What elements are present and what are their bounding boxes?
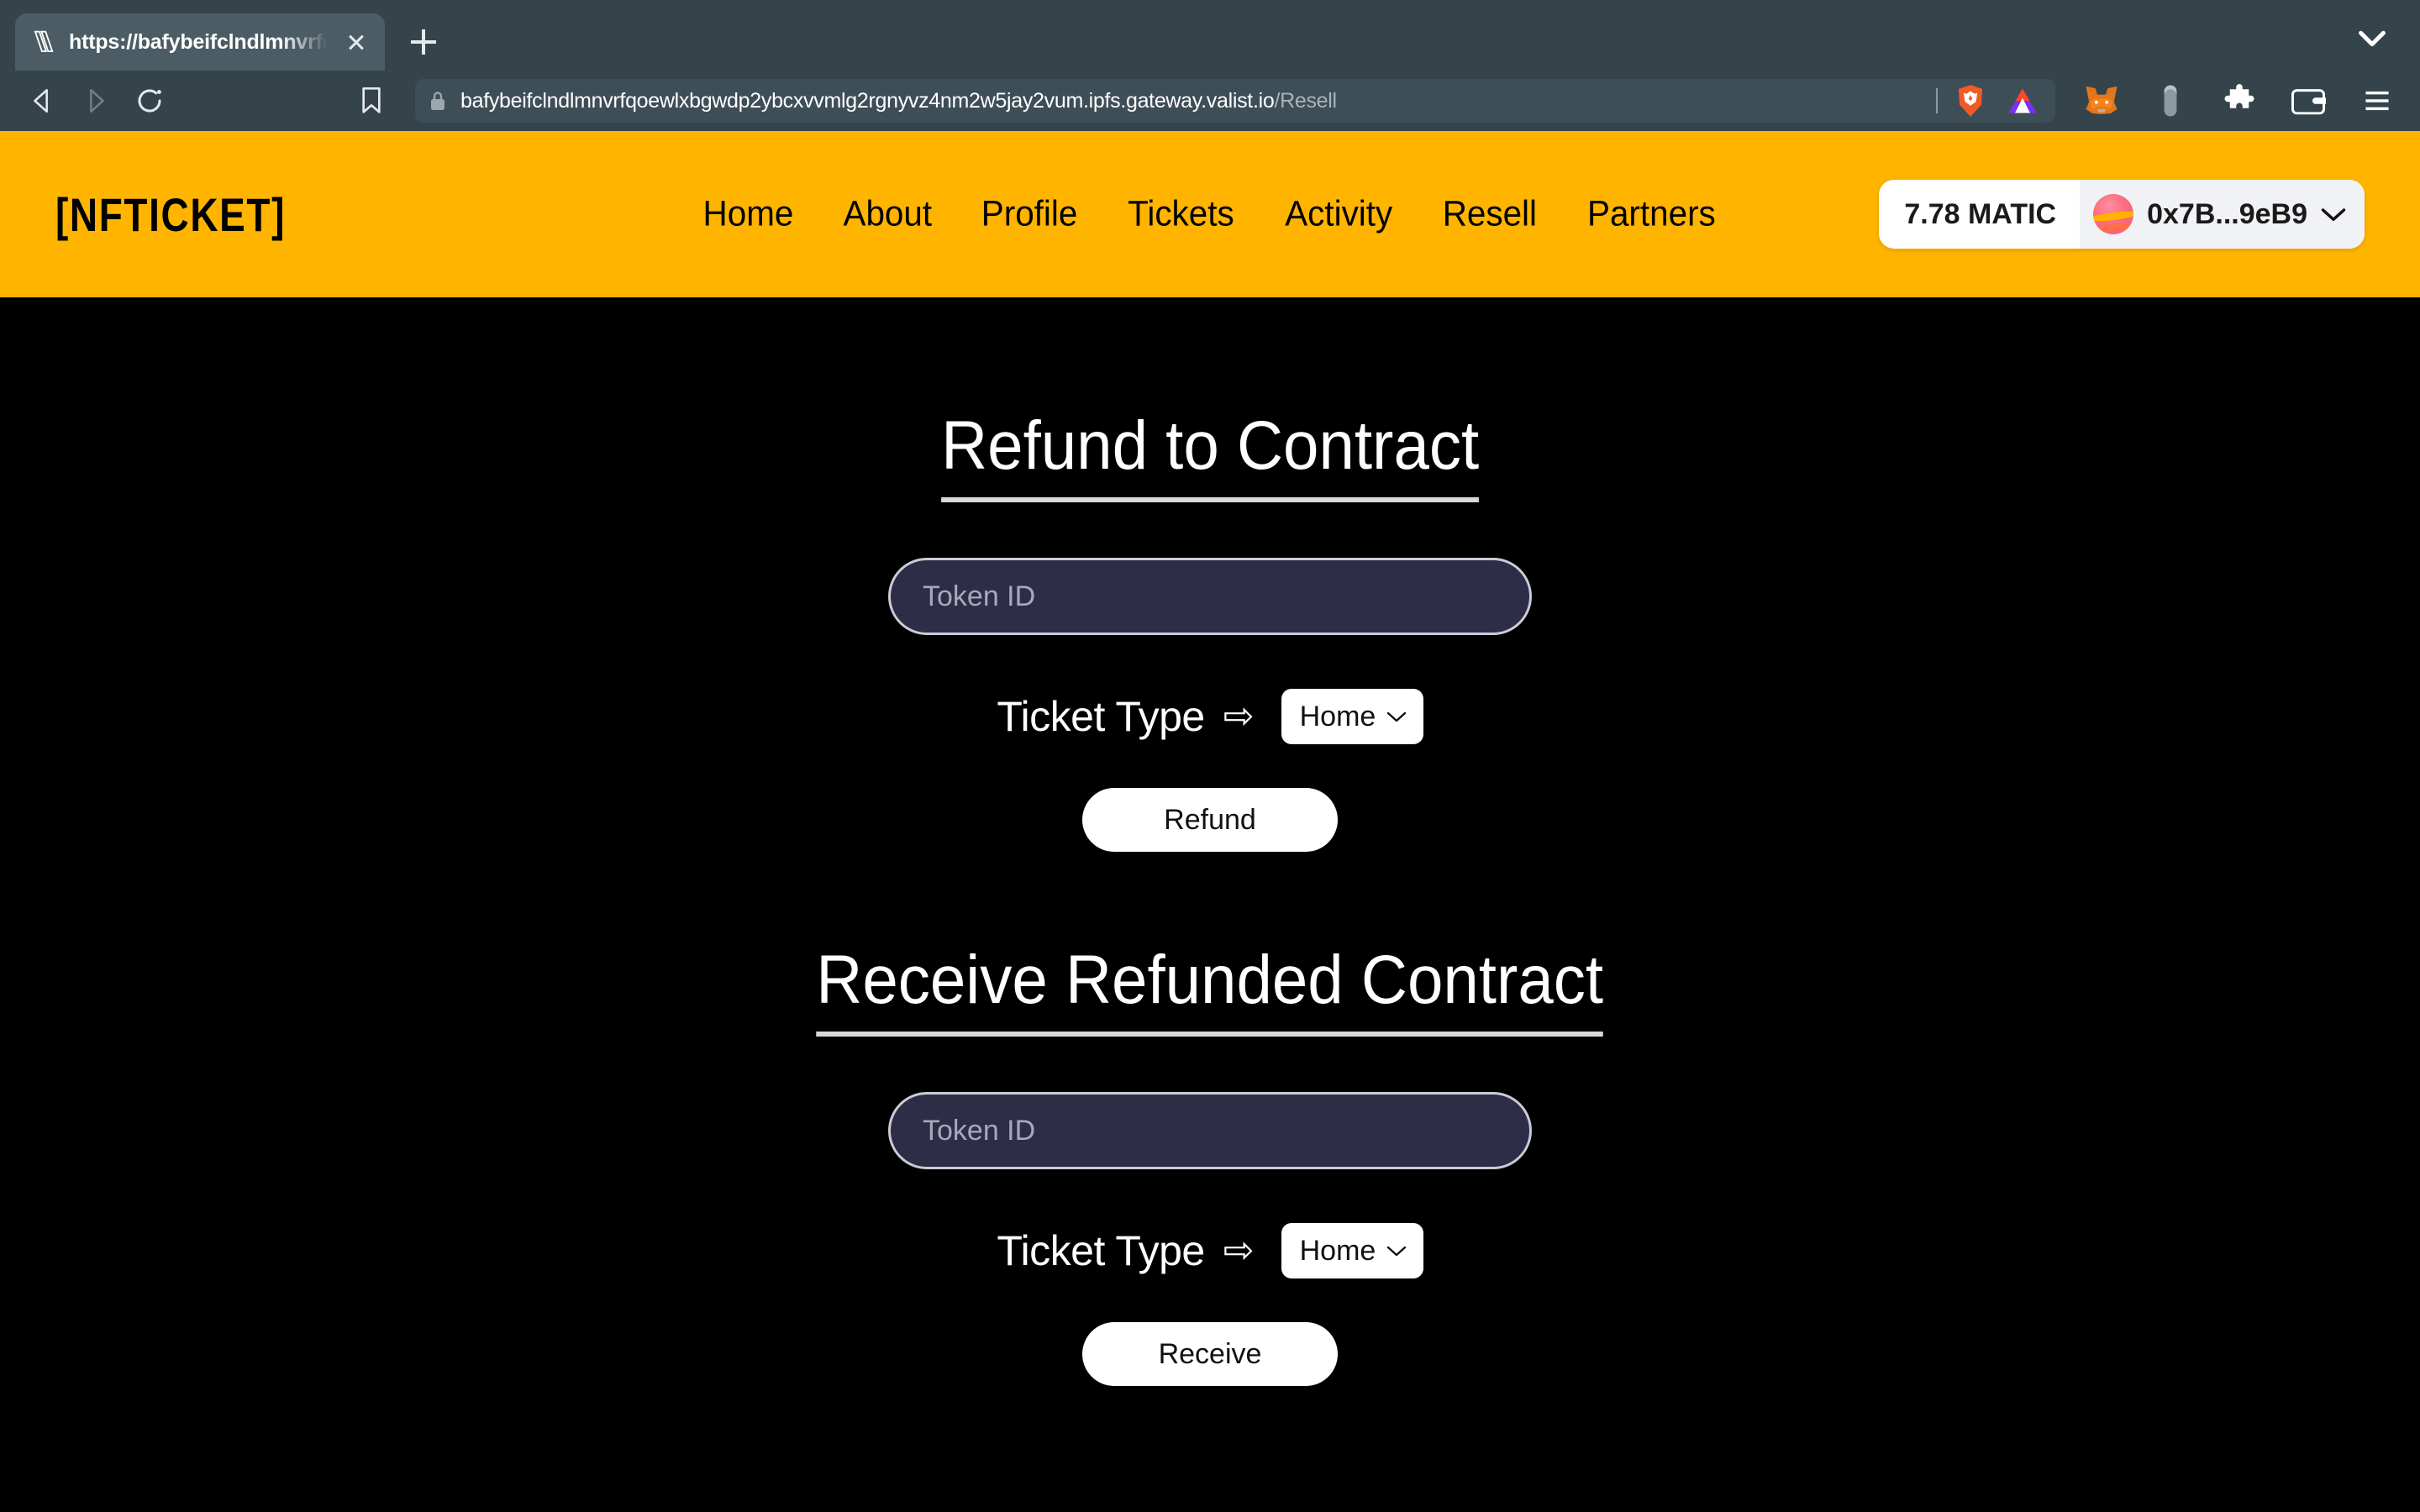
bookmark-button[interactable] [345, 74, 398, 128]
wallet-balance: 7.78 MATIC [1904, 197, 2057, 230]
main-navigation: Home About Profile Tickets Activity Rese… [678, 194, 1742, 235]
wallet-icon [2291, 89, 2326, 115]
ticket-type-label: Ticket Type [997, 1227, 1205, 1274]
forward-button[interactable] [69, 74, 123, 128]
section-divider-space [0, 852, 2420, 941]
bat-rewards-button[interactable] [2003, 81, 2042, 120]
url-host: bafybeifclndlmnvrfqoewlxbgwdp2ybcxvvmlg2… [460, 88, 1275, 113]
browser-tab[interactable]: https://bafybeifclndlmnvrfqoew [15, 13, 385, 71]
brave-shield-icon [1958, 85, 1983, 117]
toolbar-divider [1936, 88, 1938, 113]
metamask-button[interactable] [2082, 81, 2121, 120]
brave-shield-button[interactable] [1951, 81, 1990, 120]
browser-toolbar: bafybeifclndlmnvrfqoewlxbgwdp2ybcxvvmlg2… [0, 71, 2420, 131]
wallet-button[interactable] [2289, 81, 2328, 120]
url-path: /Resell [1274, 88, 1337, 113]
valist-v-icon [34, 30, 54, 52]
back-button[interactable] [15, 74, 69, 128]
address-bar[interactable]: bafybeifclndlmnvrfqoewlxbgwdp2ybcxvvmlg2… [415, 79, 2055, 123]
bookmark-icon [362, 87, 381, 113]
nav-item-profile[interactable]: Profile [960, 194, 1097, 235]
receive-refunded-contract-section: Receive Refunded Contract Ticket Type ⇨ … [0, 941, 2420, 1386]
nav-item-home[interactable]: Home [682, 194, 814, 235]
ticket-type-label: Ticket Type [997, 693, 1205, 740]
tab-title: https://bafybeifclndlmnvrfqoew [69, 29, 328, 54]
browser-menu-button[interactable] [2358, 81, 2396, 120]
back-arrow-icon [34, 88, 48, 113]
right-arrow-icon: ⇨ [1223, 1230, 1255, 1271]
metamask-fox-icon [2086, 86, 2118, 115]
reload-button[interactable] [123, 74, 176, 128]
wallet-pill[interactable]: 7.78 MATIC 0x7B...9eB9 [1879, 180, 2365, 249]
token-id-input-receive[interactable] [888, 1092, 1532, 1169]
hamburger-menu-icon [2365, 91, 2389, 111]
nav-item-tickets[interactable]: Tickets [1107, 194, 1255, 235]
capsule-icon [2164, 85, 2177, 117]
browser-extension-icons [2082, 81, 2396, 120]
page-title: Refund to Contract [940, 407, 1480, 502]
bat-triangle-icon [2008, 88, 2037, 113]
wallet-address: 0x7B...9eB9 [2147, 197, 2307, 230]
forward-arrow-icon [90, 88, 104, 113]
tab-search-chevron-down-icon[interactable] [2353, 18, 2391, 57]
nav-item-partners[interactable]: Partners [1567, 194, 1737, 235]
browser-chrome: https://bafybeifclndlmnvrfqoew [0, 0, 2420, 131]
site-header: [NFTICKET] Home About Profile Tickets Ac… [0, 131, 2420, 297]
url-text: bafybeifclndlmnvrfqoewlxbgwdp2ybcxvvmlg2… [460, 89, 1923, 113]
chevron-down-icon [2321, 208, 2346, 221]
lock-icon [431, 92, 445, 110]
ticket-type-select-wrap-receive: Home Away VIP [1281, 1223, 1423, 1278]
ticket-type-row-receive: Ticket Type ⇨ Home Away VIP [0, 1223, 2420, 1278]
close-icon[interactable] [339, 25, 373, 59]
right-arrow-icon: ⇨ [1223, 696, 1255, 737]
nav-item-about[interactable]: About [823, 194, 953, 235]
refund-button[interactable]: Refund [1082, 788, 1338, 852]
new-tab-button[interactable] [400, 18, 447, 66]
section-title-receive: Receive Refunded Contract [816, 941, 1604, 1037]
reload-icon [138, 89, 161, 113]
receive-button[interactable]: Receive [1082, 1322, 1338, 1386]
page-content: Refund to Contract Ticket Type ⇨ Home Aw… [0, 297, 2420, 1512]
ticket-type-row-refund: Ticket Type ⇨ Home Away VIP [0, 689, 2420, 744]
account-avatar-icon [2093, 194, 2134, 234]
nav-item-activity[interactable]: Activity [1264, 194, 1413, 235]
ticket-type-select-refund[interactable]: Home Away VIP [1281, 689, 1423, 744]
tab-strip: https://bafybeifclndlmnvrfqoew [0, 0, 2420, 71]
ticket-type-select-receive[interactable]: Home Away VIP [1281, 1223, 1423, 1278]
extensions-button[interactable] [2220, 81, 2259, 120]
site-logo[interactable]: [NFTICKET] [55, 187, 286, 242]
capsule-button[interactable] [2151, 81, 2190, 120]
puzzle-piece-icon [2224, 84, 2254, 108]
ticket-type-select-wrap-refund: Home Away VIP [1281, 689, 1423, 744]
refund-to-contract-section: Refund to Contract Ticket Type ⇨ Home Aw… [0, 407, 2420, 852]
nav-item-resell[interactable]: Resell [1422, 194, 1557, 235]
token-id-input-refund[interactable] [888, 558, 1532, 635]
wallet-account[interactable]: 0x7B...9eB9 [2080, 180, 2365, 249]
